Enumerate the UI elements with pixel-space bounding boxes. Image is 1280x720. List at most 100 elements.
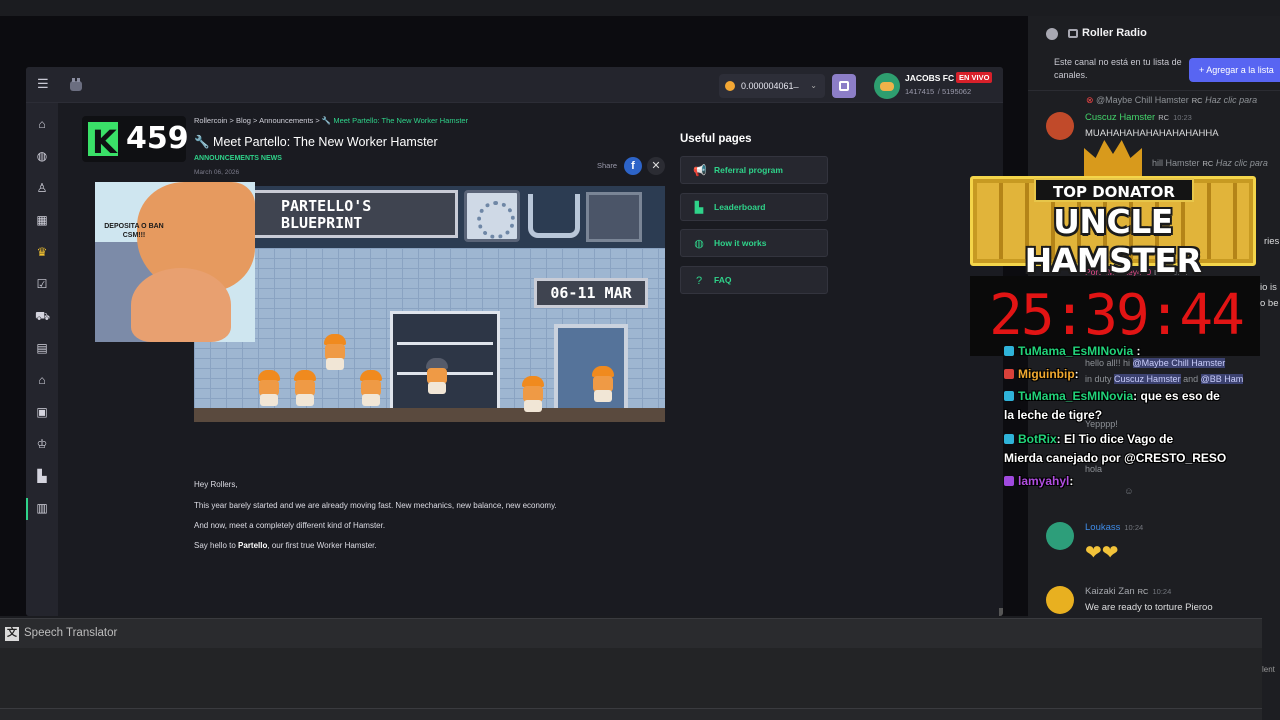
worker-hamster — [358, 370, 384, 406]
cart-icon[interactable]: ⛟ — [35, 309, 50, 323]
useful-link-how-it-works[interactable]: ◍ How it works — [680, 229, 828, 257]
message-text: in duty Cuscuz Hamster and @BB Ham — [1085, 374, 1244, 384]
link-label: FAQ — [714, 275, 732, 285]
banner-title-board: PARTELLO'S BLUEPRINT — [222, 190, 458, 238]
site-topbar: ☰ 0.000004061 ̶ ⌄ JACOBS FC EN VIVO 1417… — [26, 67, 1003, 103]
stream-screen: ☰ 0.000004061 ̶ ⌄ JACOBS FC EN VIVO 1417… — [0, 0, 1280, 720]
worker-hamster — [590, 366, 616, 402]
worker-hamster — [292, 370, 318, 406]
mention[interactable]: @BB Ham — [1200, 374, 1244, 384]
home-icon[interactable]: ⌂ — [35, 117, 49, 131]
message-time: 10:24 — [1124, 523, 1144, 532]
pipes-graphic — [528, 194, 580, 238]
wrench-icon: 🔧 — [321, 116, 332, 125]
avatar[interactable] — [874, 73, 900, 99]
user-icon[interactable]: ♙ — [35, 181, 49, 195]
breadcrumb-current: Meet Partello: The New Worker Hamster — [333, 116, 469, 125]
level-badge: 459 — [82, 116, 189, 162]
sidebar: ⌂ ◍ ♙ ▦ ♛ ☑ ⛟ ▤ ⌂ ▣ ♔ ▙ ▥ — [26, 103, 58, 616]
calendar-icon[interactable]: ▦ — [35, 213, 49, 227]
reply-preview[interactable]: ⊗ @Maybe Chill Hamster RC Haz clic para — [1086, 95, 1257, 106]
breadcrumb-announcements[interactable]: Announcements — [259, 116, 313, 125]
hamster-logo-icon[interactable] — [66, 75, 86, 95]
warehouse-icon[interactable]: ⌂ — [35, 373, 49, 387]
donator-name: UNCLE HAMSTER — [1024, 202, 1202, 280]
gamepad-icon[interactable]: ◍ — [35, 149, 49, 163]
chat-text: : — [1074, 367, 1079, 381]
link-label: How it works — [714, 238, 767, 248]
chat-bubble-icon — [1046, 28, 1058, 40]
chat-text: : que es eso de — [1133, 389, 1220, 403]
breadcrumb-rollercoin[interactable]: Rollercoin — [194, 116, 227, 125]
meme-hamster — [131, 268, 231, 342]
text-prefix: Say hello to — [194, 541, 239, 550]
chat-user: BotRix — [1018, 432, 1057, 446]
heart-hands-icon: ❤❤ — [1085, 542, 1119, 564]
link-label: Referral program — [714, 165, 783, 175]
blog-icon[interactable]: ▥ — [35, 501, 49, 515]
text-bold: Partello — [238, 541, 268, 550]
rc-tag: RC — [1191, 96, 1203, 105]
add-to-list-button[interactable]: + Agregar a la lista — [1189, 58, 1280, 82]
chevron-down-icon: ⌄ — [810, 81, 817, 90]
message-user[interactable]: Cuscuz Hamster — [1085, 112, 1155, 123]
overlay-chat-line: TuMama_EsMINovia: que es eso de — [1004, 389, 1220, 403]
fan-icon — [464, 190, 520, 242]
checklist-icon[interactable]: ☑ — [35, 277, 49, 291]
bottom-divider — [0, 708, 1262, 720]
crown-icon[interactable]: ♛ — [35, 245, 49, 259]
useful-link-faq[interactable]: ? FAQ — [680, 266, 828, 294]
trophy-icon[interactable]: ♔ — [35, 437, 49, 451]
facebook-share-icon[interactable]: f — [624, 157, 642, 175]
mention[interactable]: Cuscuz Hamster — [1114, 374, 1181, 384]
rc-tag: RC — [1137, 587, 1149, 596]
main-content: 459 Rollercoin > Blog > Announcements > … — [58, 103, 1003, 616]
message-fragment: io is — [1260, 282, 1277, 293]
wallet-button[interactable] — [832, 74, 856, 98]
badge-icon — [1004, 346, 1014, 356]
gift-icon[interactable]: ▣ — [35, 405, 49, 419]
category-tags[interactable]: ANNOUNCEMENTS NEWS — [194, 155, 282, 162]
message-time: 10:24 — [1152, 587, 1172, 596]
divider — [1028, 90, 1280, 91]
reply-text: Haz clic para — [1205, 95, 1258, 105]
badge-icon — [1004, 369, 1014, 379]
overlay-chat-line: Miguinbip: — [1004, 367, 1079, 381]
leaderboard-icon: ▙ — [694, 202, 704, 214]
user-name[interactable]: JACOBS FC — [905, 73, 954, 83]
share-label: Share — [597, 161, 618, 170]
worker-hamster — [424, 358, 450, 394]
reply-user: @Maybe Chill Hamster — [1096, 95, 1189, 105]
menu-icon[interactable]: ☰ — [37, 77, 51, 91]
banner-floor — [194, 408, 665, 422]
reply-icon: ⊗ — [1086, 95, 1097, 105]
post-date: March 06, 2026 — [194, 169, 240, 176]
message-time: 10:23 — [1173, 113, 1192, 122]
mention[interactable]: @Maybe Chill Hamster — [1132, 358, 1226, 368]
scrollbar[interactable] — [999, 608, 1003, 616]
article-paragraph: Say hello to Partello, our first true Wo… — [194, 541, 377, 550]
timer-value: 25:39:44 — [989, 283, 1245, 348]
translator-label: Speech Translator — [24, 627, 118, 639]
text-part: in duty — [1085, 374, 1112, 384]
message-user[interactable]: Loukass — [1085, 522, 1120, 533]
avatar[interactable] — [1046, 522, 1074, 550]
podium-icon[interactable]: ▙ — [35, 469, 49, 483]
link-label: Leaderboard — [714, 202, 766, 212]
emoji-icon[interactable]: ☺ — [1124, 486, 1134, 497]
text-part: hello all!! hi — [1085, 358, 1131, 368]
crown-icon — [1084, 140, 1142, 176]
useful-link-leaderboard[interactable]: ▙ Leaderboard — [680, 193, 828, 221]
breadcrumb-blog[interactable]: Blog — [236, 116, 251, 125]
storage-icon[interactable]: ▤ — [35, 341, 49, 355]
message-user[interactable]: Kaizaki Zan — [1085, 586, 1135, 597]
banner-title: PARTELLO'S BLUEPRINT — [281, 197, 372, 232]
avatar[interactable] — [1046, 586, 1074, 614]
balance-selector[interactable]: 0.000004061 ̶ ⌄ — [719, 74, 825, 98]
x-share-icon[interactable]: ✕ — [647, 157, 665, 175]
coin-icon — [725, 81, 735, 91]
useful-link-referral[interactable]: 📢 Referral program — [680, 156, 828, 184]
article-paragraph: And now, meet a completely different kin… — [194, 521, 386, 530]
message-header: Loukass 10:24 — [1085, 522, 1143, 533]
translate-icon[interactable]: 文 — [5, 627, 19, 641]
